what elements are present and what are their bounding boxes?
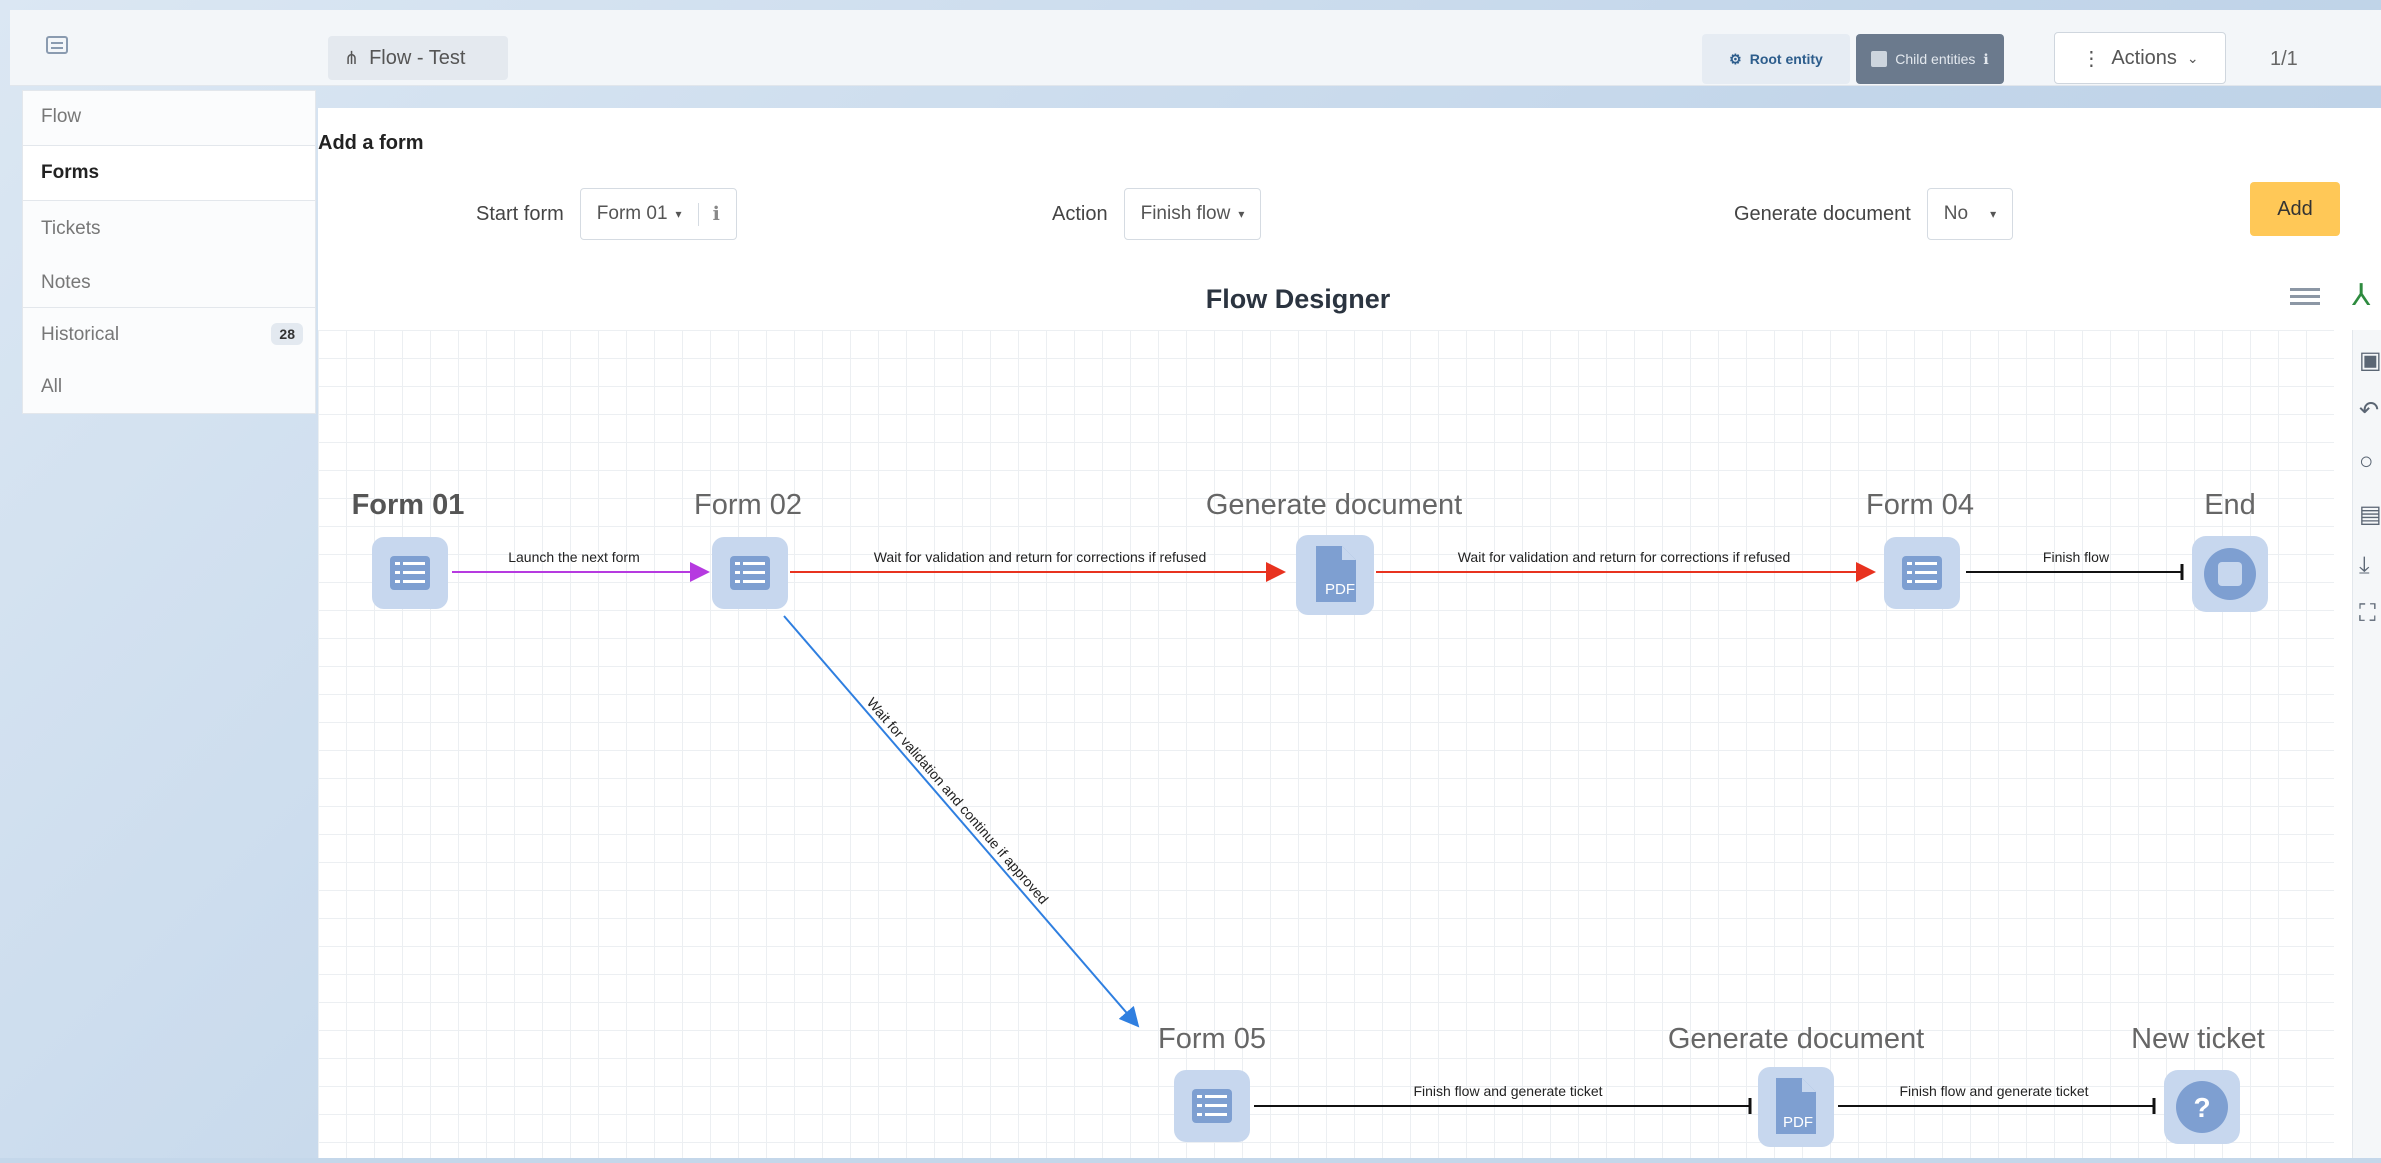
trash-icon[interactable]: ▤ — [2359, 500, 2381, 529]
start-form-select[interactable]: Form 01 ▾ ℹ — [579, 188, 737, 240]
pdf-icon: PDF — [1783, 1114, 1813, 1131]
undo-icon[interactable]: ↶ — [2359, 396, 2379, 425]
child-entities-button[interactable]: Child entities ℹ — [1856, 34, 2004, 84]
pager: 1/1 — [2270, 48, 2298, 70]
sidebar-item-label: Flow — [41, 106, 82, 127]
sidebar-item-tickets[interactable]: Tickets — [23, 203, 315, 255]
node-label: Form 05 — [1158, 1023, 1266, 1055]
edge-label: Finish flow and generate ticket — [1413, 1083, 1602, 1099]
node-label: Form 01 — [352, 489, 465, 521]
sidebar: Flow Forms Tickets Notes Historical 28 A… — [22, 90, 316, 414]
action-value: Finish flow — [1140, 203, 1231, 224]
generate-document-select[interactable]: No ▾ — [1926, 188, 2014, 240]
designer-toolbar: ▣ ↶ ○ ▤ ⤓ ⛶ — [2352, 330, 2381, 1158]
pdf-icon: PDF — [1325, 581, 1355, 598]
generate-document-group: Generate document No ▾ — [1734, 188, 2014, 240]
generate-document-value: No — [1943, 203, 1969, 224]
caret-down-icon: ▾ — [1238, 207, 1245, 221]
edge-label: Wait for validation and return for corre… — [874, 549, 1207, 565]
sidebar-item-label: Tickets — [41, 218, 101, 239]
info-icon: ℹ — [1983, 50, 1989, 67]
breadcrumb[interactable]: ⋔ Flow - Test — [328, 36, 508, 80]
sidebar-item-label: Historical — [41, 324, 120, 345]
edge-label: Launch the next form — [508, 549, 640, 565]
start-form-group: Start form Form 01 ▾ ℹ — [476, 188, 737, 240]
download-icon[interactable]: ⤓ — [2359, 552, 2370, 580]
sidebar-item-notes[interactable]: Notes — [23, 257, 315, 309]
fullscreen-icon[interactable]: ⛶ — [2359, 600, 2376, 628]
info-icon[interactable]: ℹ — [697, 202, 720, 226]
breadcrumb-label: Flow - Test — [369, 46, 466, 69]
gear-icon: ⚙ — [1729, 50, 1742, 67]
action-select[interactable]: Finish flow ▾ — [1123, 188, 1262, 240]
save-icon[interactable]: ▣ — [2359, 346, 2381, 375]
sidebar-divider — [23, 307, 315, 308]
stop-icon — [2218, 562, 2242, 586]
designer-title: Flow Designer — [1205, 284, 1391, 314]
app-frame: ⋔ Flow - Test ⚙ Root entity Child entiti… — [0, 0, 2381, 1158]
kebab-icon: ⋮ — [2081, 47, 2102, 70]
node-form-02[interactable]: Form 02 — [694, 489, 802, 609]
caret-down-icon: ▾ — [1990, 207, 1997, 221]
caret-down-icon: ▾ — [675, 207, 682, 221]
sidebar-item-forms[interactable]: Forms — [23, 145, 315, 201]
chevron-down-icon: ⌄ — [2186, 49, 2199, 66]
top-bar: ⋔ Flow - Test ⚙ Root entity Child entiti… — [10, 10, 2381, 86]
start-form-value: Form 01 — [596, 203, 668, 224]
node-generate-document[interactable]: Generate document PDF — [1206, 489, 1462, 615]
question-icon: ? — [2193, 1092, 2210, 1123]
edge-approved[interactable] — [783, 615, 1140, 1028]
edge-label: Finish flow and generate ticket — [1899, 1083, 2088, 1099]
node-label: End — [2204, 489, 2256, 521]
node-form-05[interactable]: Form 05 — [1158, 1023, 1266, 1142]
node-form-01[interactable]: Form 01 — [352, 489, 465, 609]
refresh-icon[interactable]: ○ — [2359, 448, 2374, 476]
main-panel: Add a form Start form Form 01 ▾ ℹ Action… — [318, 108, 2381, 1158]
sidebar-item-flow[interactable]: Flow — [23, 91, 315, 143]
section-title: Add a form — [318, 132, 424, 154]
action-label: Action — [1052, 202, 1108, 225]
actions-dropdown[interactable]: ⋮ Actions ⌄ — [2054, 32, 2226, 84]
sidebar-item-all[interactable]: All — [23, 361, 315, 413]
edge-label: Finish flow — [2043, 549, 2110, 565]
edge-label: Wait for validation and return for corre… — [1458, 549, 1791, 565]
sidebar-item-historical[interactable]: Historical 28 — [23, 309, 315, 361]
child-entities-label: Child entities — [1895, 51, 1976, 67]
node-label: Generate document — [1668, 1023, 1924, 1055]
sidebar-item-label: All — [41, 376, 63, 397]
node-label: Form 02 — [694, 489, 802, 521]
node-label: Generate document — [1206, 489, 1462, 521]
node-new-ticket[interactable]: New ticket ? — [2131, 1023, 2265, 1144]
node-form-04[interactable]: Form 04 — [1866, 489, 1974, 609]
action-group: Action Finish flow ▾ — [1052, 188, 1262, 240]
flow-tree-icon[interactable]: ⅄ — [2352, 278, 2370, 313]
root-entity-label: Root entity — [1749, 51, 1823, 67]
root-entity-button[interactable]: ⚙ Root entity — [1702, 34, 1850, 84]
edge-label: Wait for validation and continue if appr… — [864, 694, 1052, 907]
start-form-label: Start form — [476, 202, 564, 225]
add-button[interactable]: Add — [2250, 182, 2340, 236]
node-generate-document-2[interactable]: Generate document PDF — [1668, 1023, 1924, 1147]
node-end[interactable]: End — [2192, 489, 2268, 612]
actions-label: Actions — [2111, 46, 2177, 69]
node-label: New ticket — [2131, 1023, 2265, 1055]
node-label: Form 04 — [1866, 489, 1974, 521]
generate-document-label: Generate document — [1734, 202, 1911, 225]
menu-icon[interactable] — [46, 36, 68, 54]
flow-diagram: Launch the next form Wait for validation… — [352, 489, 2268, 1147]
checkbox-icon — [1871, 51, 1888, 67]
count-badge: 28 — [271, 323, 303, 345]
hierarchy-icon: ⋔ — [344, 47, 360, 68]
sidebar-item-label: Notes — [41, 272, 91, 293]
flow-canvas[interactable]: Launch the next form Wait for validation… — [318, 330, 2334, 1158]
sidebar-item-label: Forms — [41, 162, 100, 183]
list-icon[interactable] — [2290, 284, 2320, 308]
